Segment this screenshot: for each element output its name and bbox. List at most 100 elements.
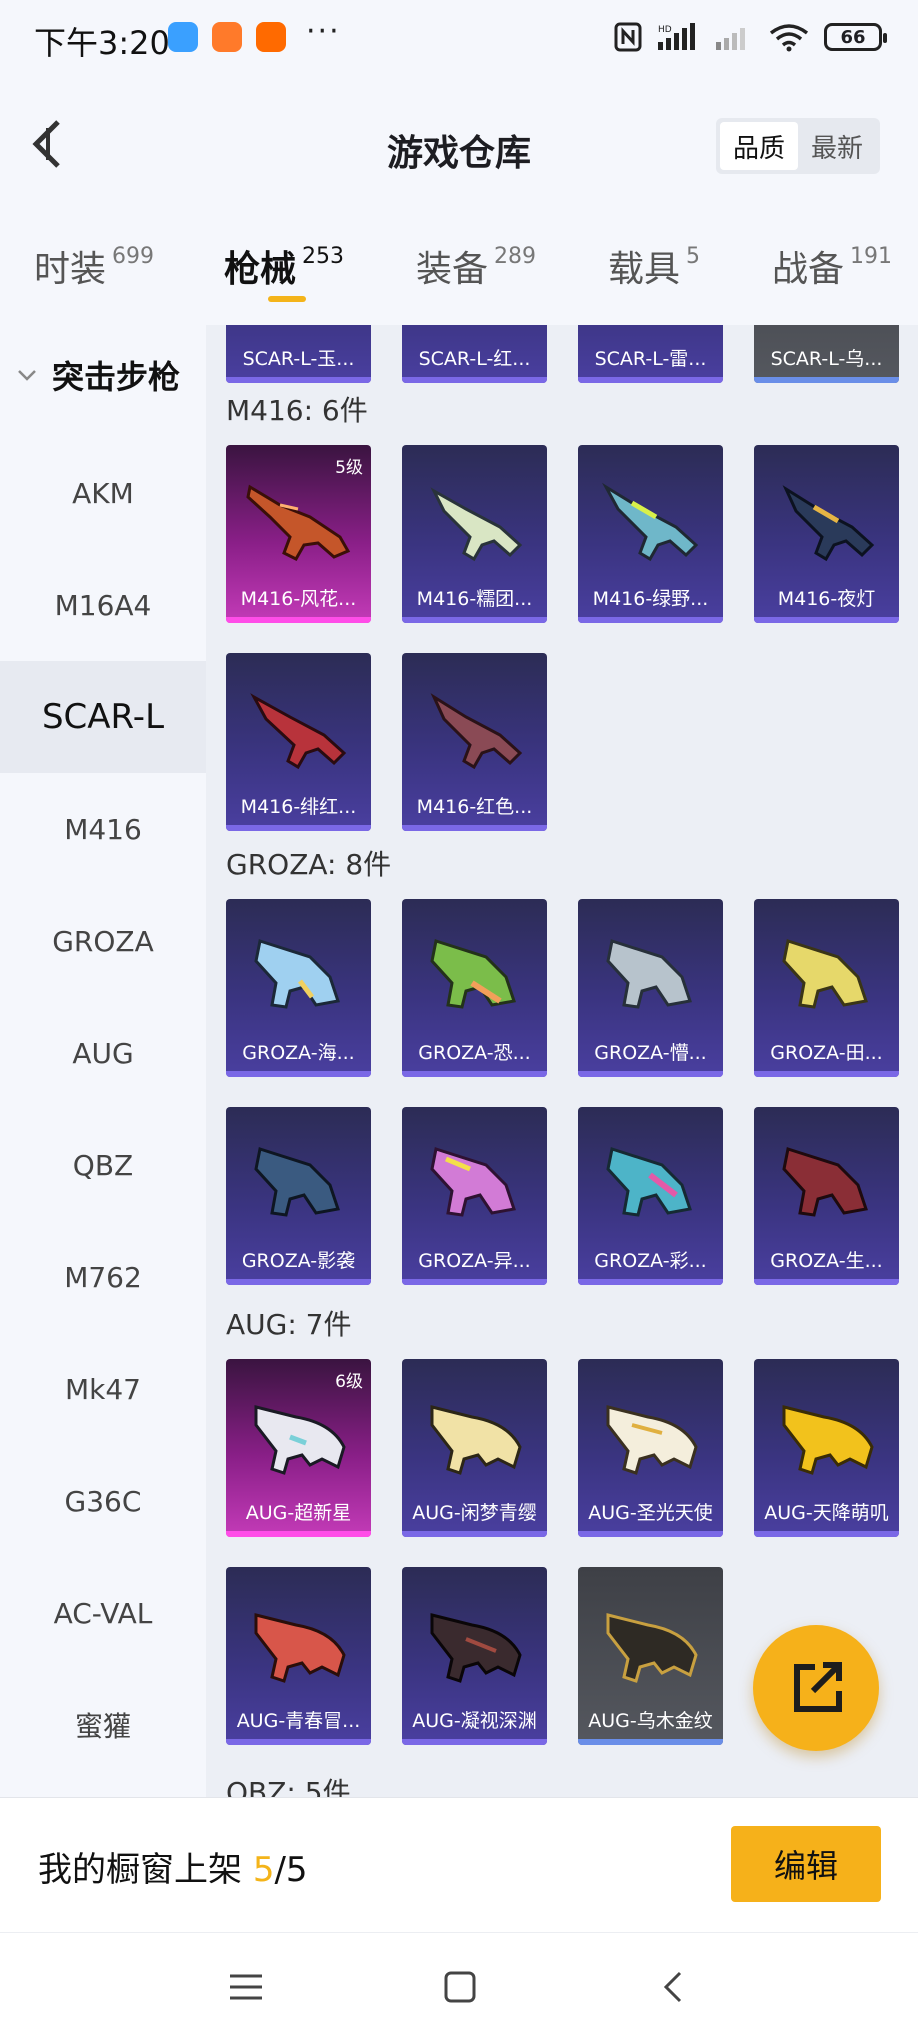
skin-card-label: M416-夜灯 <box>777 588 876 610</box>
skin-card-label: AUG-青春冒... <box>236 1710 361 1732</box>
section-header-m416: M416: 6件 <box>226 394 368 427</box>
sort-option-latest[interactable]: 最新 <box>798 122 876 170</box>
skin-card[interactable]: SCAR-L-雷... <box>578 325 723 383</box>
sidebar-group-assault-rifles[interactable]: 突击步枪 <box>0 345 206 405</box>
sidebar-group-label: 突击步枪 <box>52 358 181 396</box>
status-bar: 下午3:20 ··· HD 66 <box>0 0 918 80</box>
skin-card-label: GROZA-田... <box>770 1042 883 1064</box>
battery-icon: 66 <box>824 23 887 51</box>
sidebar-item-ac-val[interactable]: AC-VAL <box>0 1557 206 1669</box>
menu-icon[interactable] <box>226 1967 266 2007</box>
weapon-type-sidebar: 突击步枪 AKM M16A4 SCAR-L M416 GROZA AUG QBZ… <box>0 325 206 1797</box>
sidebar-item-m416[interactable]: M416 <box>0 773 206 885</box>
tab-tactical-gear[interactable]: 战备 191 <box>772 240 892 292</box>
sidebar-item-scar-l[interactable]: SCAR-L <box>0 661 206 773</box>
sidebar-item-akm[interactable]: AKM <box>0 437 206 549</box>
skin-card-label: GROZA-海... <box>242 1042 355 1064</box>
skin-card-label: AUG-凝视深渊 <box>412 1710 537 1732</box>
sidebar-item-m762[interactable]: M762 <box>0 1221 206 1333</box>
skin-card[interactable]: AUG-凝视深渊 <box>402 1567 547 1745</box>
rifle-skin-image-icon <box>254 1613 346 1683</box>
edit-button[interactable]: 编辑 <box>731 1826 881 1902</box>
skin-card[interactable]: GROZA-彩... <box>578 1107 723 1285</box>
sidebar-item-qbz[interactable]: QBZ <box>0 1109 206 1221</box>
sidebar-item-g36c[interactable]: G36C <box>0 1445 206 1557</box>
rifle-skin-image-icon <box>246 484 351 561</box>
active-tab-indicator <box>268 296 306 302</box>
showcase-status: 我的橱窗上架 5/5 <box>38 1842 308 1891</box>
sidebar-item-aug[interactable]: AUG <box>0 997 206 1109</box>
skin-card[interactable]: 6级 AUG-超新星 <box>226 1359 371 1537</box>
rifle-skin-image-icon <box>430 1405 522 1475</box>
skin-card-label: GROZA-恐... <box>418 1042 531 1064</box>
app-notification-icon-3 <box>256 22 286 52</box>
skin-card[interactable]: SCAR-L-乌... <box>754 325 899 383</box>
signal-weak-icon <box>716 28 745 50</box>
skin-card[interactable]: SCAR-L-红... <box>402 325 547 383</box>
skin-card-label: AUG-闲梦青缨 <box>412 1502 537 1524</box>
rifle-skin-image-icon <box>606 1147 692 1217</box>
tab-count: 191 <box>850 244 893 269</box>
tab-label: 时装 <box>34 249 107 290</box>
skin-card[interactable]: M416-红色... <box>402 653 547 831</box>
home-square-icon[interactable] <box>440 1967 480 2007</box>
wifi-icon <box>769 24 809 52</box>
tab-equipment[interactable]: 装备 289 <box>416 240 536 292</box>
rifle-skin-image-icon <box>430 1147 516 1217</box>
section-header-aug: AUG: 7件 <box>226 1308 352 1341</box>
skin-card[interactable]: GROZA-影袭 <box>226 1107 371 1285</box>
tab-firearms[interactable]: 枪械 253 <box>224 240 344 292</box>
skin-card[interactable]: AUG-青春冒... <box>226 1567 371 1745</box>
tab-count: 699 <box>112 244 155 269</box>
rifle-skin-image-icon <box>606 939 692 1009</box>
skin-card[interactable]: 5级 M416-风花... <box>226 445 371 623</box>
skin-card[interactable]: GROZA-生... <box>754 1107 899 1285</box>
nfc-icon <box>614 22 642 52</box>
rifle-skin-image-icon <box>782 485 875 562</box>
sidebar-item-mk47[interactable]: Mk47 <box>0 1333 206 1445</box>
skin-card[interactable]: AUG-乌木金纹 <box>578 1567 723 1745</box>
showcase-label: 我的橱窗上架 <box>38 1850 242 1890</box>
skin-card-label: AUG-乌木金纹 <box>588 1710 713 1732</box>
app-notification-icon-1 <box>168 22 198 52</box>
sidebar-item-groza[interactable]: GROZA <box>0 885 206 997</box>
skin-card[interactable]: GROZA-田... <box>754 899 899 1077</box>
skin-card-label: SCAR-L-红... <box>418 348 531 370</box>
skin-card[interactable]: AUG-闲梦青缨 <box>402 1359 547 1537</box>
rifle-skin-image-icon <box>430 487 523 562</box>
tab-vehicles[interactable]: 载具 5 <box>608 240 700 292</box>
skin-card[interactable]: SCAR-L-玉... <box>226 325 371 383</box>
skin-card[interactable]: GROZA-异... <box>402 1107 547 1285</box>
tab-outfits[interactable]: 时装 699 <box>34 240 154 292</box>
skin-card[interactable]: AUG-圣光天使 <box>578 1359 723 1537</box>
skin-card-label: GROZA-影袭 <box>241 1250 356 1272</box>
rifle-skin-image-icon <box>782 1405 874 1475</box>
share-button[interactable] <box>753 1625 879 1751</box>
skin-card-label: GROZA-生... <box>770 1250 883 1272</box>
skin-card[interactable]: GROZA-懵... <box>578 899 723 1077</box>
tab-count: 253 <box>302 244 345 269</box>
skin-card-label: GROZA-异... <box>418 1250 531 1272</box>
skin-card[interactable]: GROZA-恐... <box>402 899 547 1077</box>
sidebar-item-honey-badger[interactable]: 蜜獾 <box>0 1669 206 1781</box>
back-icon[interactable] <box>654 1967 694 2007</box>
sidebar-item-m16a4[interactable]: M16A4 <box>0 549 206 661</box>
skin-card[interactable]: M416-糯团... <box>402 445 547 623</box>
skin-card-label: GROZA-彩... <box>594 1250 707 1272</box>
skin-card-label: M416-绿野... <box>592 588 709 610</box>
tab-count: 289 <box>494 244 537 269</box>
skin-card[interactable]: M416-夜灯 <box>754 445 899 623</box>
skin-card-label: GROZA-懵... <box>594 1042 707 1064</box>
signal-icon: HD <box>658 23 695 50</box>
rifle-skin-image-icon <box>254 939 340 1009</box>
skin-card[interactable]: M416-绯红... <box>226 653 371 831</box>
top-header: 游戏仓库 品质 最新 <box>0 80 918 210</box>
sort-option-quality[interactable]: 品质 <box>720 122 798 170</box>
tab-label: 战备 <box>772 249 845 290</box>
system-navigation-bar <box>0 1932 918 2040</box>
rifle-skin-image-icon <box>782 939 868 1009</box>
skin-card[interactable]: GROZA-海... <box>226 899 371 1077</box>
battery-level: 66 <box>840 26 866 48</box>
skin-card[interactable]: AUG-天降萌叽 <box>754 1359 899 1537</box>
skin-card[interactable]: M416-绿野... <box>578 445 723 623</box>
